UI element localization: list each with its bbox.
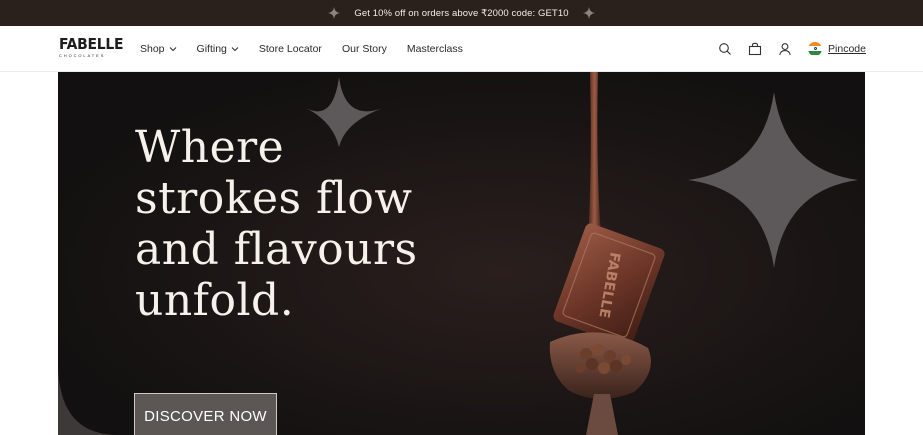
- nav-item-label: Shop: [140, 42, 165, 55]
- discover-now-button[interactable]: DISCOVER NOW: [134, 393, 277, 435]
- nav-item-label: Store Locator: [258, 42, 322, 55]
- headline-line: unfold.: [135, 275, 295, 326]
- nav-item-our-story[interactable]: Our Story: [342, 43, 387, 55]
- sparkle-icon: [582, 7, 595, 19]
- chevron-down-icon: [169, 46, 176, 51]
- user-icon[interactable]: [778, 42, 792, 56]
- nav-item-store-locator[interactable]: Store Locator: [259, 43, 322, 55]
- india-flag-icon[interactable]: [808, 41, 823, 56]
- headline-line: strokes flow: [135, 173, 413, 224]
- site-header: FABELLE CHOCOLATES Shop Gifting Store Lo…: [0, 26, 923, 72]
- nav-item-label: Our Story: [341, 42, 387, 55]
- headline-line: Where: [135, 122, 285, 173]
- nav-item-masterclass[interactable]: Masterclass: [407, 43, 463, 55]
- logo-subtext: CHOCOLATES: [59, 53, 106, 58]
- header-actions: Pincode: [702, 26, 866, 71]
- search-icon[interactable]: [718, 42, 732, 56]
- announcement-text: Get 10% off on orders above ₹2000 code: …: [354, 7, 569, 19]
- headline-line: and flavours: [135, 224, 418, 275]
- nav-item-label: Masterclass: [406, 42, 463, 55]
- announcement-bar: Get 10% off on orders above ₹2000 code: …: [0, 0, 923, 26]
- hero-banner: FABELLE Where strokes flow and flavours …: [58, 72, 865, 435]
- chevron-down-icon: [231, 46, 239, 51]
- pincode-link[interactable]: Pincode: [828, 43, 866, 55]
- nav-item-gifting[interactable]: Gifting: [197, 43, 239, 55]
- nav-item-label: Gifting: [196, 42, 227, 55]
- logo-wordmark: FABELLE: [59, 35, 124, 53]
- nav-item-shop[interactable]: Shop: [140, 43, 177, 55]
- brand-logo[interactable]: FABELLE CHOCOLATES: [59, 35, 124, 61]
- main-nav: Shop Gifting Store Locator Our Story Mas…: [140, 26, 483, 71]
- hero-headline: Where strokes flow and flavours unfold.: [135, 122, 418, 326]
- bag-icon[interactable]: [748, 42, 762, 56]
- sparkle-icon: [328, 7, 341, 19]
